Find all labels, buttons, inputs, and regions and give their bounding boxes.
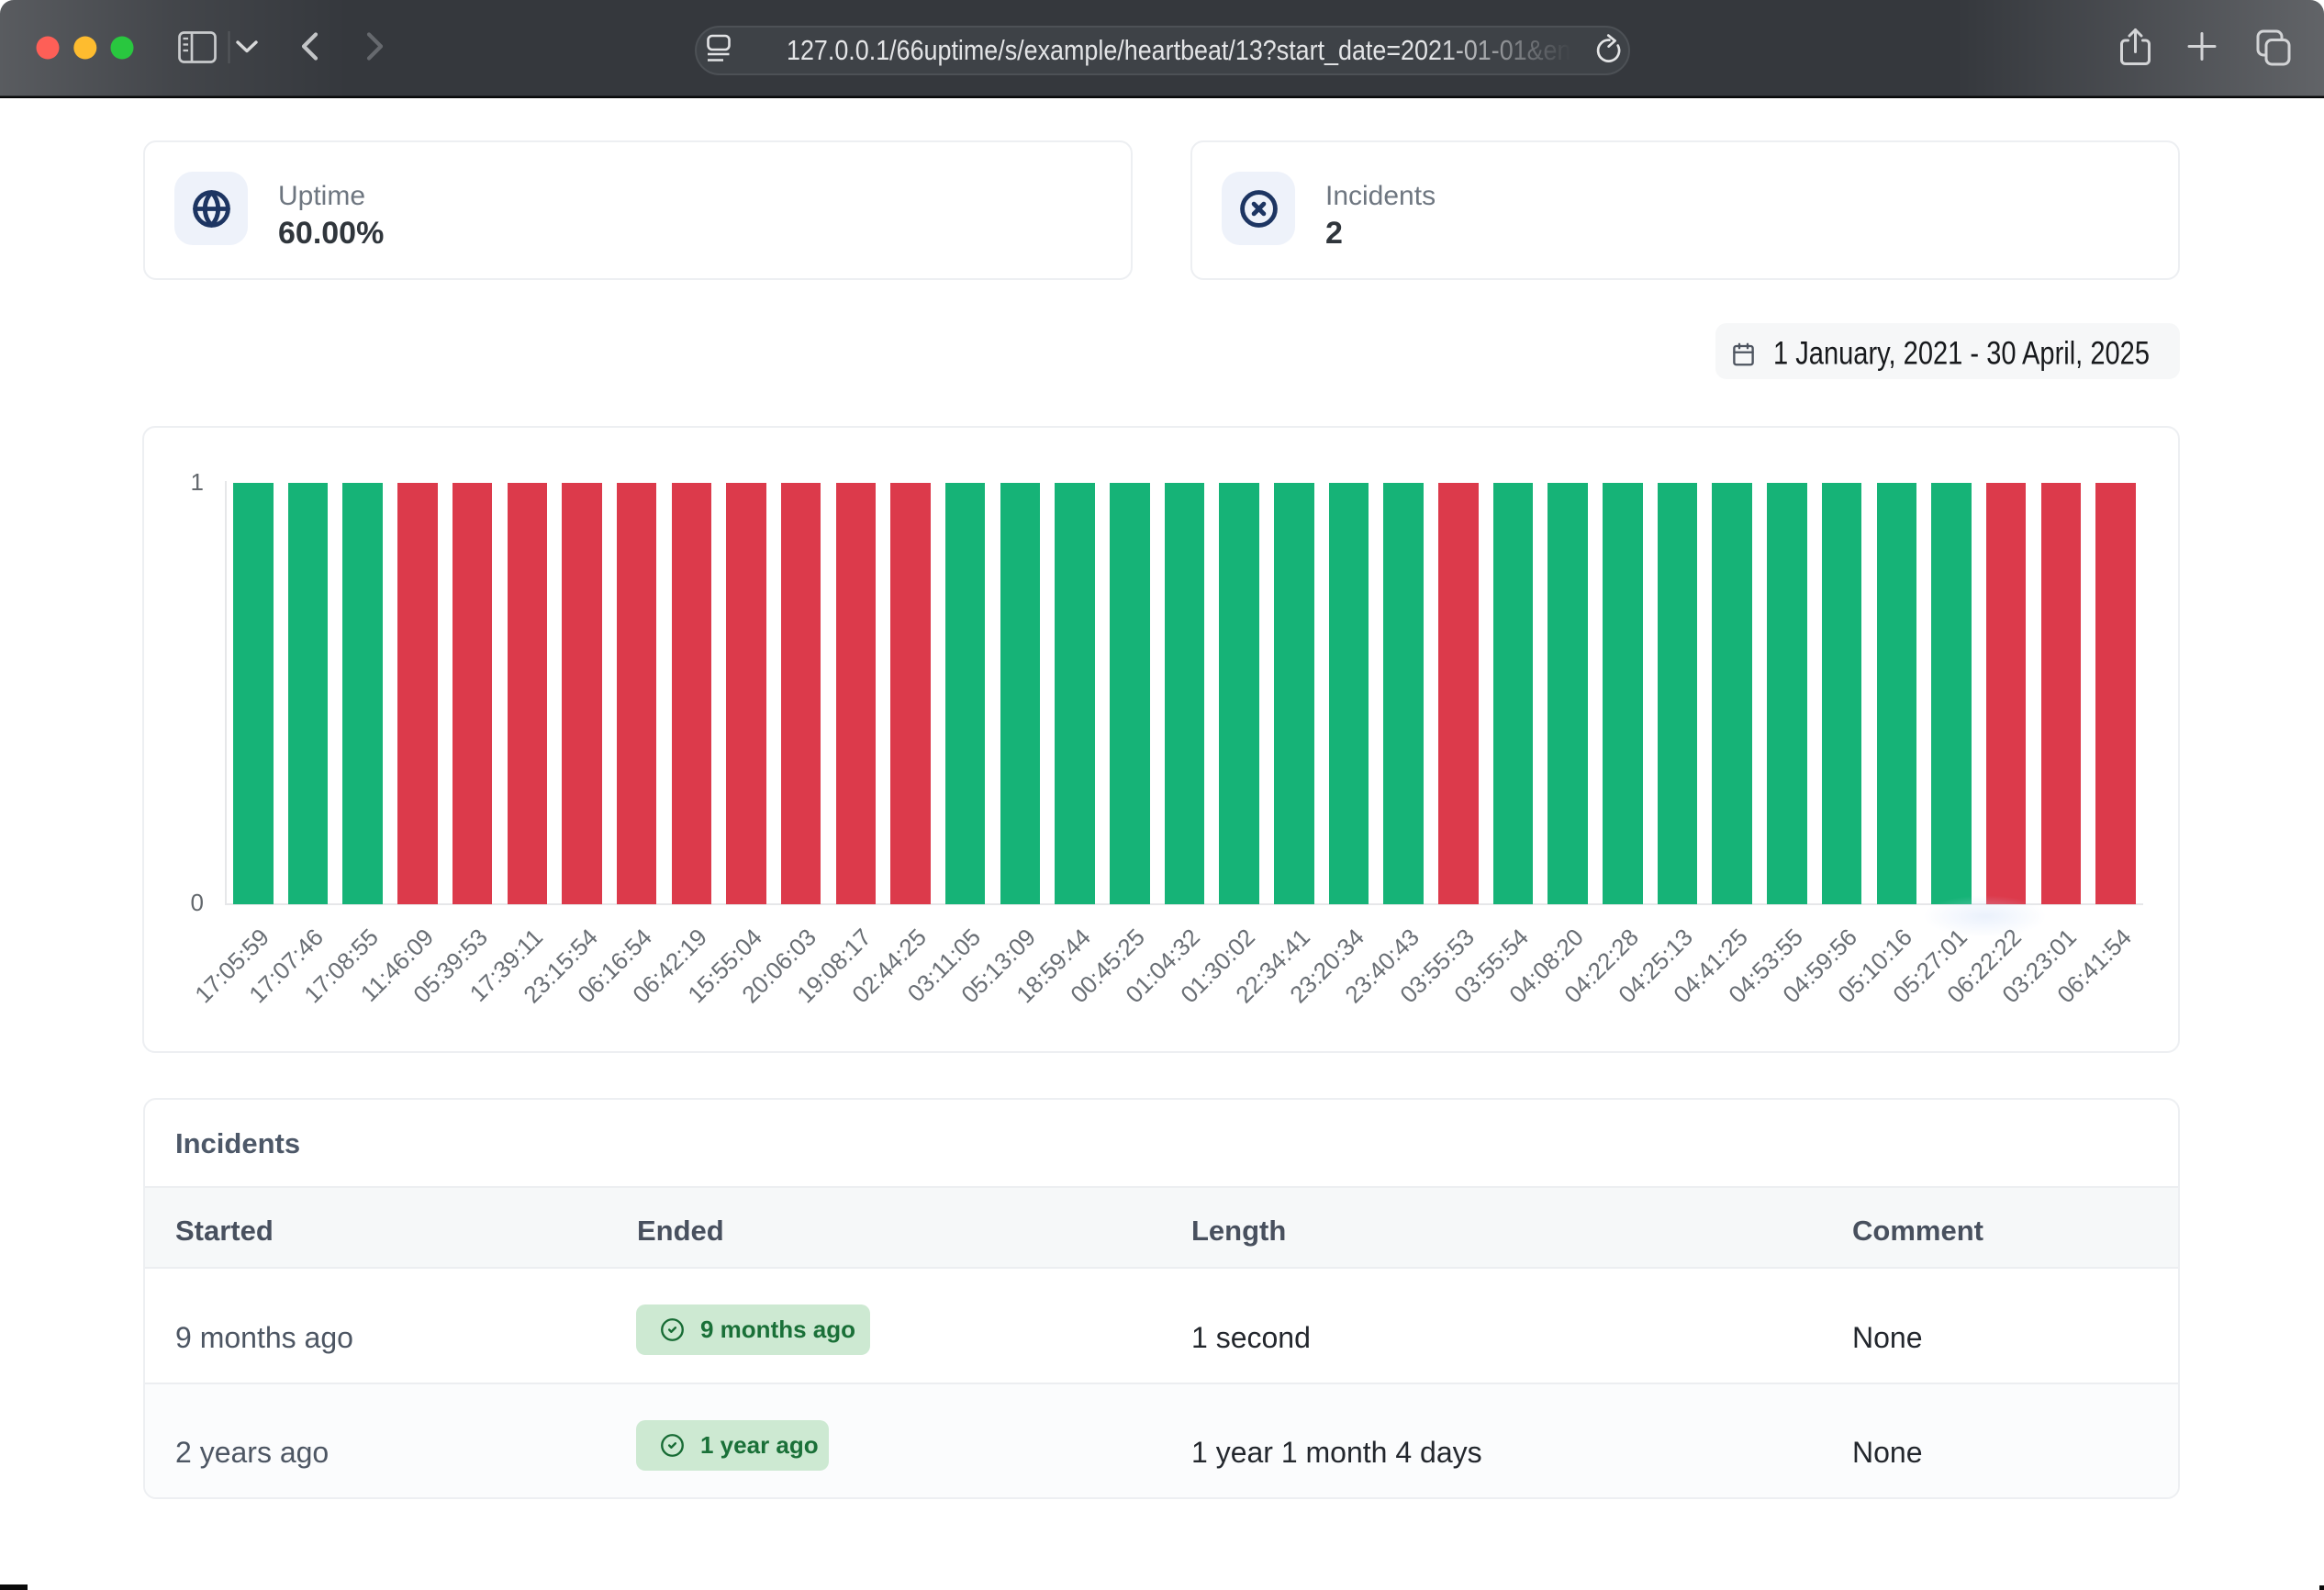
svg-text:1 January, 2021 - 30 April, 20: 1 January, 2021 - 30 April, 2025 xyxy=(1773,336,2150,372)
